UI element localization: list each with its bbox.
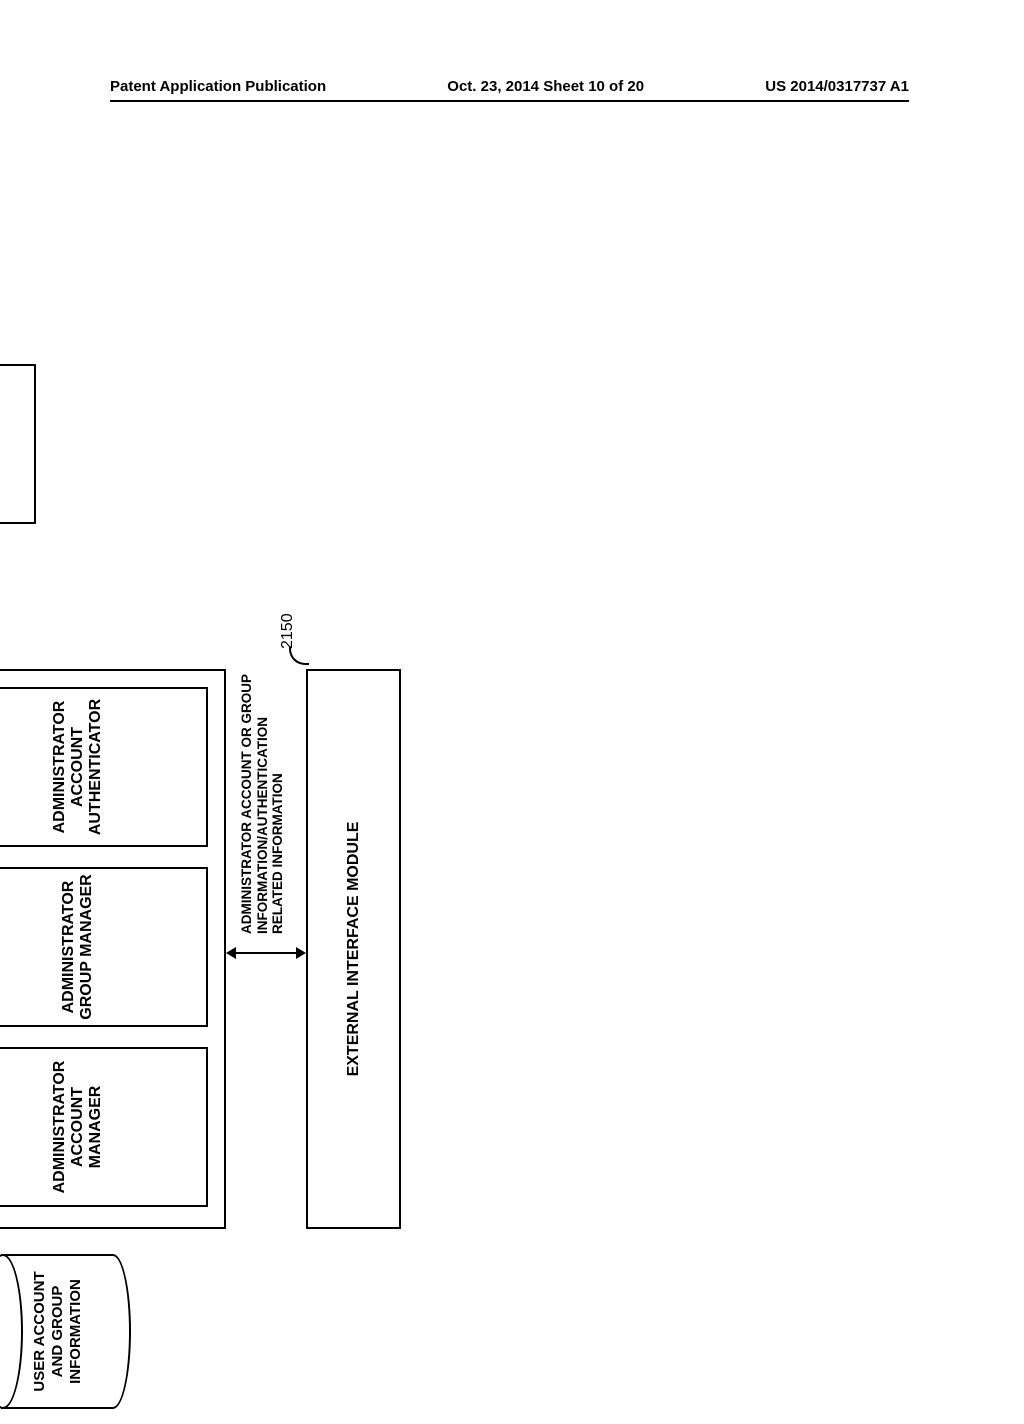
block-diagram: 2130 ADMINISTRATOR ACCOUNT MANAGEMENTAND… (0, 354, 441, 1424)
label-ext-info: ADMINISTRATOR ACCOUNT OR GROUPINFORMATIO… (239, 634, 286, 934)
admin-account-manager: ADMINISTRATORACCOUNT MANAGER (0, 1047, 208, 1207)
figure-area: FIG. 10 2130 ADMINISTRATOR ACCOUNT MANAG… (0, 569, 871, 1209)
header-right: US 2014/0317737 A1 (765, 78, 909, 95)
user-account-db-label: USER ACCOUNTAND GROUPINFORMATION (31, 1256, 85, 1407)
page-header: Patent Application Publication Oct. 23, … (110, 78, 909, 95)
ref-2150: 2150 (279, 613, 297, 649)
leader-2150 (289, 647, 309, 665)
external-interface-module: EXTERNAL INTERFACE MODULE (306, 669, 401, 1229)
header-center: Oct. 23, 2014 Sheet 10 of 20 (447, 78, 644, 95)
admin-account-module: ADMINISTRATOR ACCOUNT MANAGEMENTAND AUTH… (0, 669, 226, 1229)
user-account-db: USER ACCOUNTAND GROUPINFORMATION (1, 1254, 131, 1409)
arrow-ext-info (226, 947, 306, 959)
admin-account-authenticator: ADMINISTRATORACCOUNTAUTHENTICATOR (0, 687, 208, 847)
header-left: Patent Application Publication (110, 78, 326, 95)
admin-group-manager: ADMINISTRATORGROUP MANAGER (0, 867, 208, 1027)
environment-module: ENVIRONMENTSETTINGMANAGEMENTMODULE (0, 364, 36, 524)
header-rule (110, 100, 909, 102)
